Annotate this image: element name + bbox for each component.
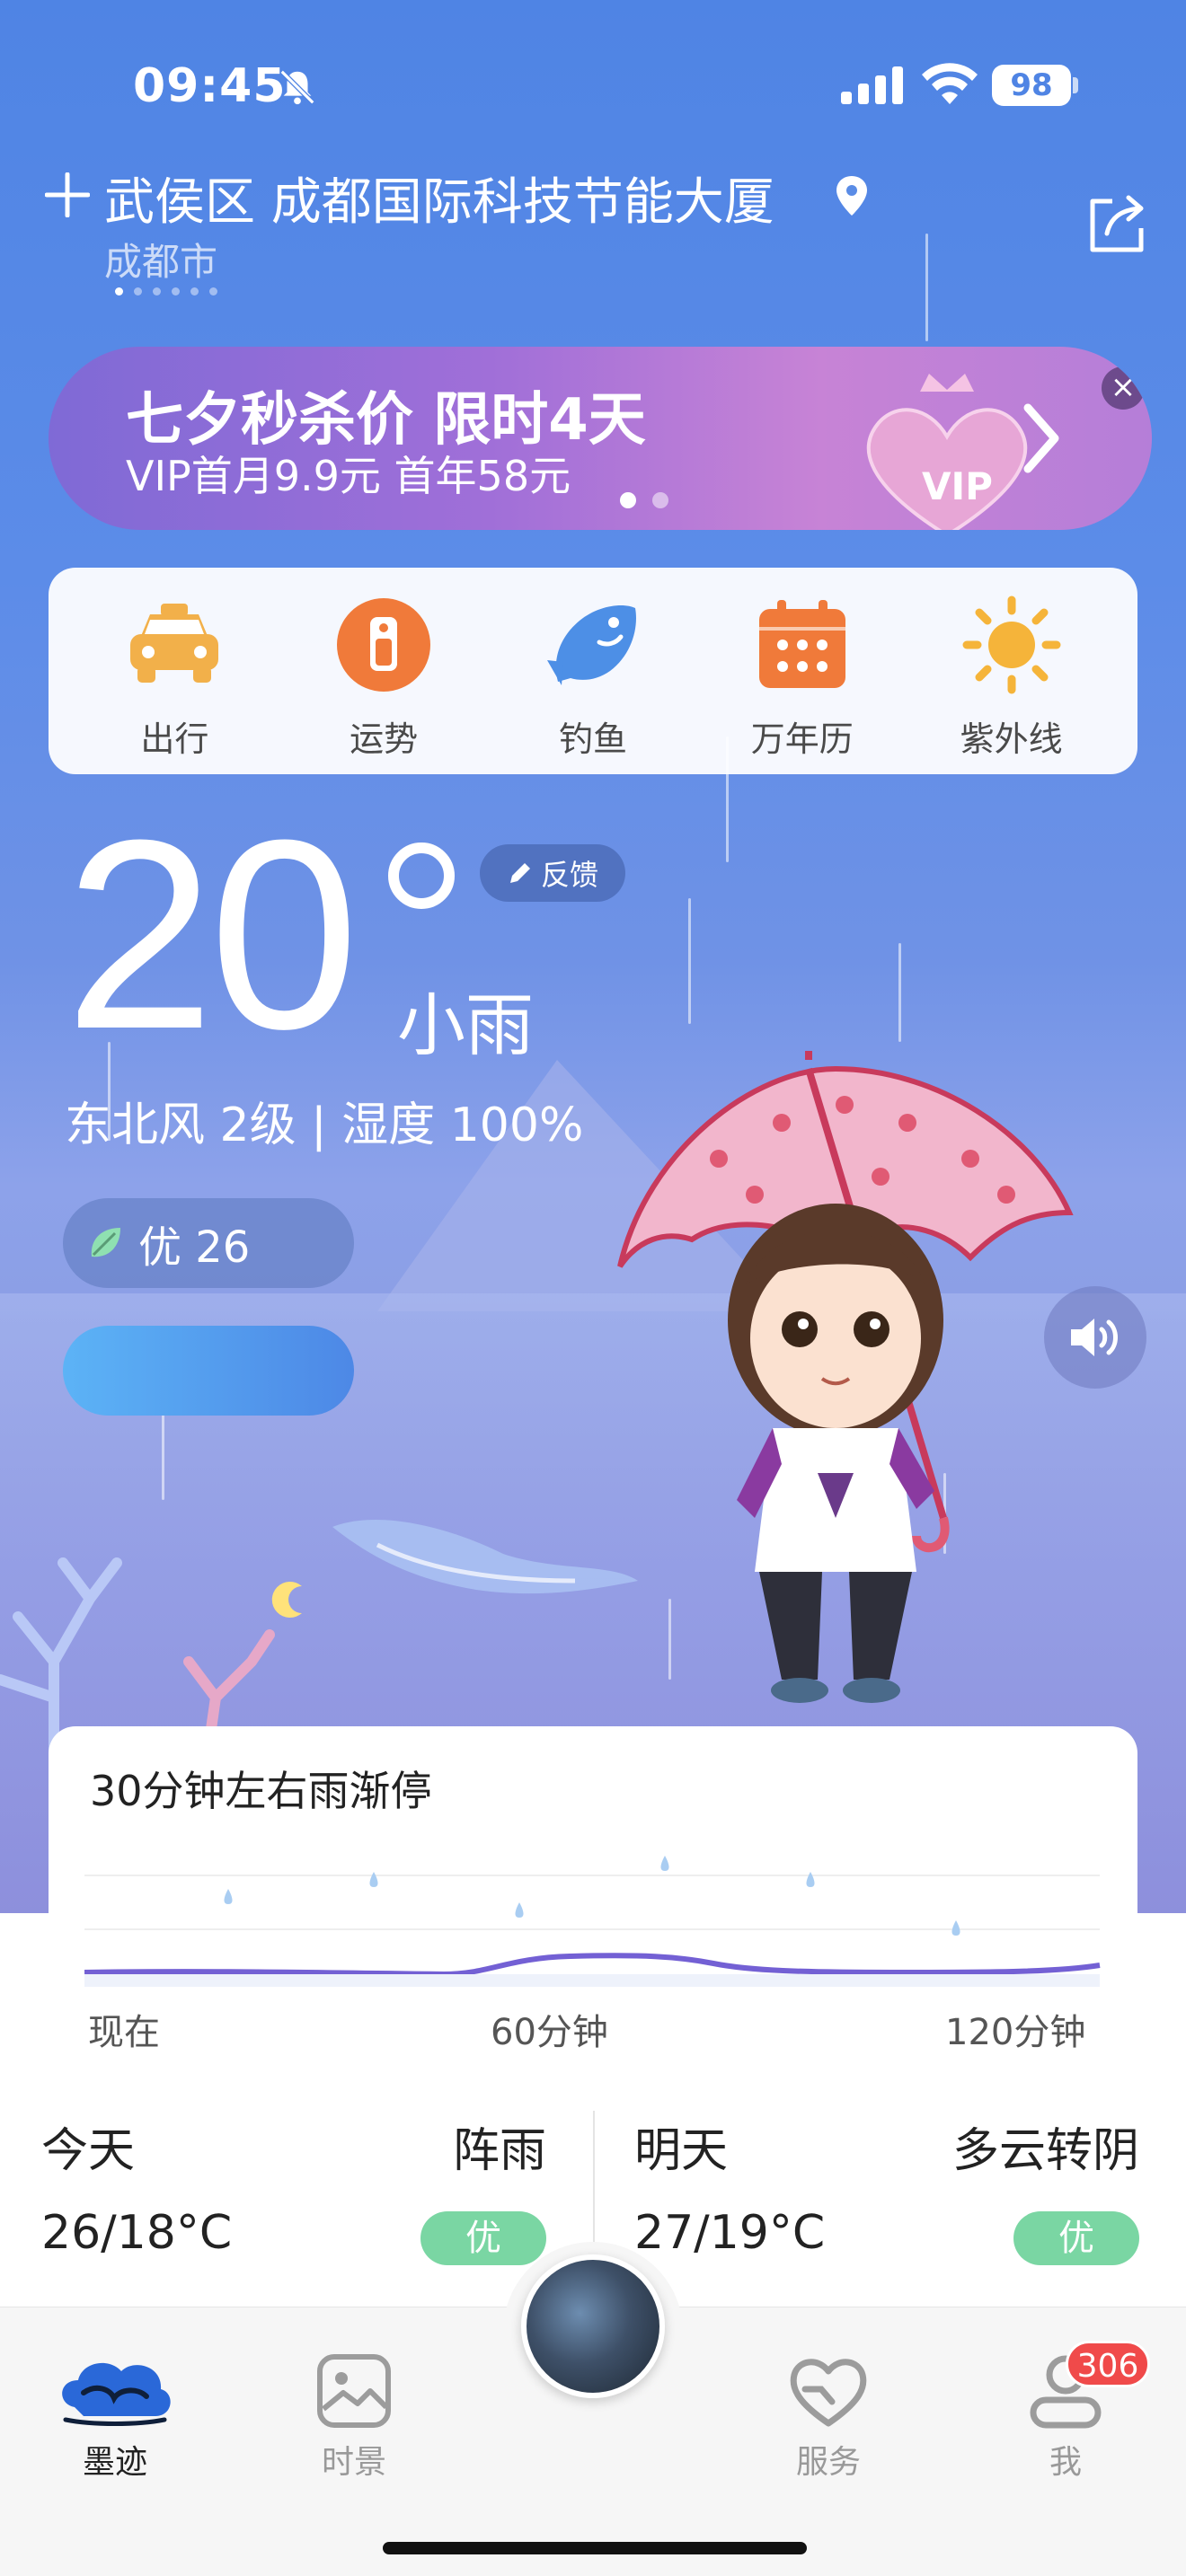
- day-name: 明天: [634, 2124, 729, 2178]
- tool-fortune[interactable]: 运势: [294, 568, 474, 774]
- leaf-icon: [91, 1228, 120, 1257]
- whale-decoration: [332, 1519, 638, 1594]
- day-condition: 阵雨: [452, 2124, 546, 2178]
- tab-label: 我: [1049, 2444, 1082, 2481]
- raindrop-streak: [925, 234, 928, 341]
- rain-forecast-title: 30分钟左右雨渐停: [90, 1767, 432, 1815]
- feedback-button[interactable]: 反馈: [480, 844, 625, 902]
- quick-tools-bar: 出行 运势 钓鱼 万年历 紫外线: [49, 568, 1137, 774]
- tab-scenery[interactable]: 时景: [273, 2353, 435, 2483]
- tool-calendar[interactable]: 万年历: [712, 568, 892, 774]
- heart-service-icon: [790, 2359, 867, 2427]
- axis-label-120min: 120分钟: [945, 2012, 1086, 2053]
- home-indicator: [383, 2542, 807, 2554]
- degree-symbol: [388, 842, 455, 909]
- bell-muted-icon: [279, 69, 315, 105]
- tab-moji[interactable]: 墨迹: [34, 2353, 196, 2483]
- vip-promo-banner[interactable]: 七夕秒杀价 限时4天 VIP首月9.9元 首年58元 VIP ×: [49, 347, 1152, 530]
- tab-label: 时景: [321, 2444, 386, 2481]
- raindrop-streak: [162, 1401, 164, 1500]
- moji-cloud-icon: [62, 2362, 171, 2426]
- location-pin-icon: [836, 176, 867, 216]
- aqi-label: 优 26: [138, 1222, 251, 1273]
- tool-label: 出行: [140, 719, 209, 759]
- banner-page-dots: [620, 492, 668, 508]
- minute-rain-card[interactable]: 30分钟左右雨渐停 现在 60分钟 120分钟: [49, 1726, 1137, 2073]
- rain-forecast-chart: [84, 1856, 1101, 1987]
- battery-indicator: 98: [992, 65, 1071, 106]
- raindrop-streak: [688, 898, 691, 1024]
- calendar-icon: [758, 600, 845, 688]
- tool-label: 运势: [350, 719, 419, 759]
- fish-icon: [546, 604, 636, 685]
- battery-tip: [1073, 77, 1078, 93]
- raindrop-streak: [898, 943, 901, 1042]
- banner-subtitle: VIP首月9.9元 首年58元: [126, 452, 571, 500]
- tomorrow-summary[interactable]: 明天 多云转阴 27/19°C 优: [634, 2113, 1139, 2292]
- tool-uv[interactable]: 紫外线: [922, 568, 1102, 774]
- aqi-badge[interactable]: 优 26: [63, 1198, 354, 1288]
- notification-badge: 306: [1066, 2341, 1150, 2387]
- umbrella-character-illustration: [617, 1051, 1074, 1703]
- day-temps: 26/18°C: [41, 2206, 233, 2260]
- add-city-icon[interactable]: [45, 172, 90, 217]
- tool-travel[interactable]: 出行: [84, 568, 264, 774]
- tool-fishing[interactable]: 钓鱼: [503, 568, 683, 774]
- tab-label: 墨迹: [82, 2444, 147, 2481]
- blue-action-pill[interactable]: [63, 1326, 354, 1416]
- coral-decoration: [0, 1557, 275, 1760]
- location-title[interactable]: 武侯区 成都国际科技节能大厦: [104, 162, 774, 234]
- air-quality-badge: 优: [420, 2211, 546, 2265]
- weather-condition: 小雨: [397, 985, 534, 1065]
- day-condition: 多云转阴: [951, 2124, 1139, 2178]
- tool-label: 紫外线: [960, 719, 1063, 759]
- pencil-icon: [509, 863, 530, 883]
- chevron-right-icon: [1023, 403, 1059, 473]
- share-icon[interactable]: [1085, 192, 1148, 255]
- tool-label: 万年历: [750, 719, 854, 759]
- day-temps: 27/19°C: [634, 2206, 826, 2260]
- svg-text:VIP: VIP: [922, 464, 993, 508]
- city-page-dots: [115, 287, 217, 296]
- current-temperature: 20: [65, 783, 359, 1085]
- photo-icon: [317, 2354, 391, 2428]
- fortune-icon: [337, 598, 431, 692]
- moon-decoration: [271, 1582, 302, 1618]
- banner-close-button[interactable]: ×: [1102, 366, 1145, 410]
- sub-city-label: 成都市: [104, 240, 218, 284]
- feedback-label: 反馈: [540, 858, 598, 892]
- tab-services[interactable]: 服务: [748, 2353, 909, 2483]
- taxi-icon: [130, 604, 219, 683]
- center-scene-button[interactable]: [521, 2254, 665, 2398]
- tool-label: 钓鱼: [558, 719, 627, 759]
- tab-label: 服务: [795, 2444, 861, 2481]
- sun-icon: [962, 595, 1061, 694]
- today-summary[interactable]: 今天 阵雨 26/18°C 优: [41, 2113, 546, 2292]
- axis-label-60min: 60分钟: [491, 2012, 608, 2053]
- wind-humidity: 东北风 2级 | 湿度 100%: [65, 1098, 584, 1152]
- axis-label-now: 现在: [88, 2012, 160, 2053]
- day-name: 今天: [41, 2124, 136, 2178]
- air-quality-badge: 优: [1013, 2211, 1139, 2265]
- cellular-signal-icon: [841, 66, 903, 104]
- status-time: 09:45: [133, 59, 287, 113]
- wifi-icon: [922, 63, 978, 104]
